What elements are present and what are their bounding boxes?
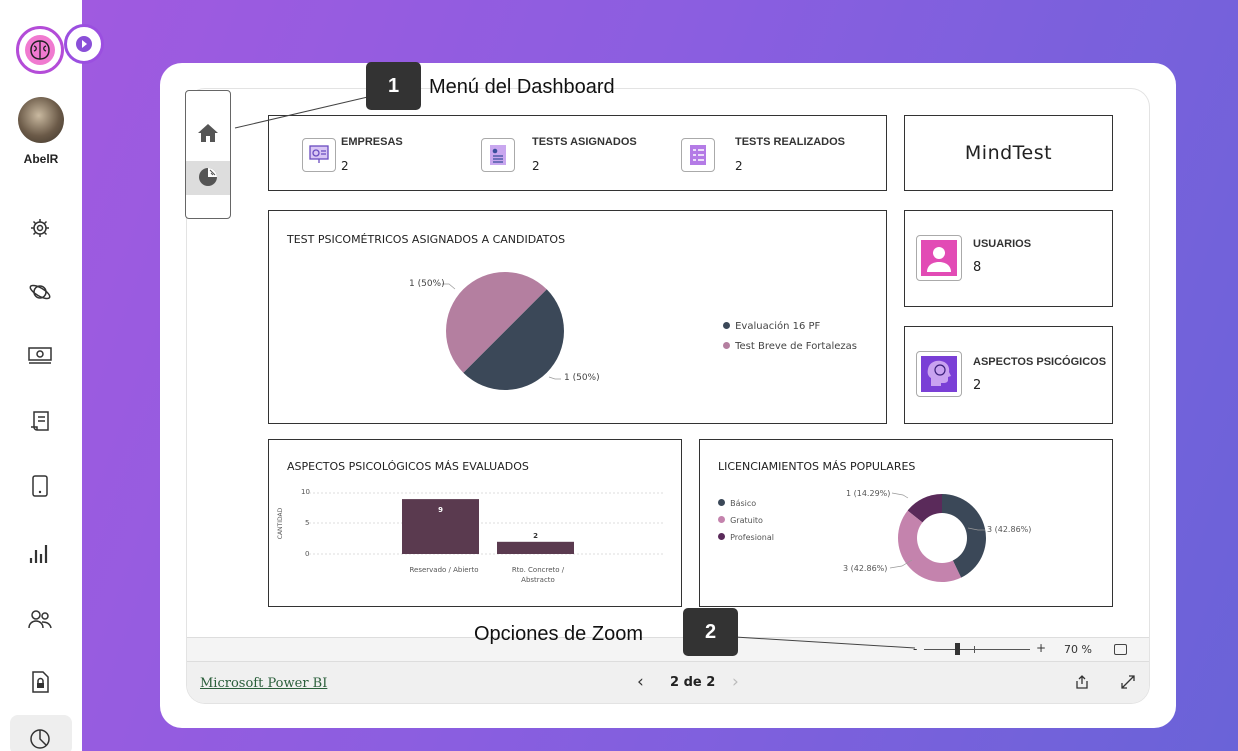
callout-1-text: Menú del Dashboard	[429, 76, 615, 98]
user-icon	[916, 235, 962, 281]
brain-head-icon	[916, 351, 962, 397]
powerbi-link[interactable]: Microsoft Power BI	[200, 676, 327, 691]
bar-ylabel: CANTIDAD	[277, 507, 285, 540]
tablet-icon[interactable]	[24, 470, 56, 502]
dashboard-menu	[185, 90, 231, 219]
prev-page-button[interactable]: ‹	[637, 672, 644, 692]
document-list-icon	[481, 138, 515, 172]
pie-legend-item-2: Test Breve de Fortalezas	[723, 334, 857, 353]
usuarios-label: USUARIOS	[973, 238, 1032, 250]
money-icon[interactable]	[24, 340, 56, 372]
pie-chart-page-icon[interactable]	[197, 166, 219, 192]
donut-hole	[917, 513, 967, 563]
empresas-value: 2	[341, 159, 349, 173]
tests-asignados-label: TESTS ASIGNADOS	[532, 136, 637, 148]
pie-label-bottom: 1 (50%)	[564, 373, 600, 383]
ytick-0: 0	[305, 550, 310, 558]
planet-icon[interactable]	[24, 276, 56, 308]
usuarios-kpi-box: USUARIOS 8	[904, 210, 1113, 307]
presentation-icon	[302, 138, 336, 172]
donut-legend-label-3: Profesional	[730, 533, 775, 542]
bar-value-label: 9	[438, 506, 443, 514]
pie-chart-panel: TEST PSICOMÉTRICOS ASIGNADOS A CANDIDATO…	[268, 210, 887, 424]
ytick-5: 5	[305, 519, 310, 527]
pie-legend-label-2: Test Breve de Fortalezas	[735, 341, 857, 352]
bar-chart-icon[interactable]	[24, 537, 56, 569]
ytick-10: 10	[301, 488, 310, 496]
donut-chart-panel: LICENCIAMIENTOS MÁS POPULARES Básico Gra…	[699, 439, 1113, 607]
legend-dot	[718, 533, 725, 540]
donut-leader-top	[891, 492, 909, 499]
bar-chart-panel: ASPECTOS PSICOLÓGICOS MÁS EVALUADOS 92 1…	[268, 439, 682, 607]
home-icon[interactable]	[197, 123, 219, 147]
legend-dot	[718, 499, 725, 506]
document-lock-icon[interactable]	[24, 666, 56, 698]
donut-label-gratuito: 3 (42.86%)	[843, 564, 888, 573]
fullscreen-icon[interactable]	[1120, 674, 1136, 694]
users-icon[interactable]	[24, 603, 56, 635]
tests-asignados-value: 2	[532, 159, 540, 173]
callout-2-badge: 2	[683, 608, 738, 656]
zoom-in-button[interactable]: +	[1036, 641, 1046, 655]
donut-legend-item-3: Profesional	[718, 525, 774, 544]
callout-1-badge: 1	[366, 62, 421, 110]
pie-label-top: 1 (50%)	[409, 279, 445, 289]
usuarios-value: 8	[973, 260, 982, 275]
receipt-icon[interactable]	[24, 406, 56, 438]
zoom-slider-track[interactable]	[924, 649, 1030, 650]
donut-legend-label-1: Básico	[730, 499, 757, 508]
legend-dot	[723, 342, 730, 349]
aspectos-label: ASPECTOS PSICÓGICOS	[973, 356, 1107, 368]
fit-to-page-icon[interactable]	[1114, 644, 1127, 655]
aspectos-kpi-box: ASPECTOS PSICÓGICOS 2	[904, 326, 1113, 424]
tests-realizados-value: 2	[735, 159, 743, 173]
pie-legend-item-1: Evaluación 16 PF	[723, 314, 820, 333]
checklist-icon	[681, 138, 715, 172]
bar[interactable]	[497, 541, 574, 554]
zoom-out-button[interactable]: -	[913, 642, 917, 656]
brand-box: MindTest	[904, 115, 1113, 191]
brand-title: MindTest	[964, 142, 1053, 164]
play-icon[interactable]	[64, 24, 104, 64]
bar-chart-svg: 92	[309, 492, 664, 555]
empresas-label: EMPRESAS	[341, 136, 403, 148]
legend-dot	[718, 516, 725, 523]
zoom-level[interactable]: 70 %	[1064, 643, 1092, 656]
powerbi-report: EMPRESAS 2 TESTS ASIGNADOS 2 TESTS REALI…	[187, 89, 1149, 703]
legend-dot	[723, 322, 730, 329]
user-name: AbelR	[23, 152, 59, 166]
zoom-bar: - + 70 %	[187, 637, 1149, 661]
tests-realizados-label: TESTS REALIZADOS	[735, 136, 846, 148]
app-sidebar: AbelR	[0, 0, 82, 751]
page-indicator: 2 de 2	[670, 675, 716, 690]
share-icon[interactable]	[1074, 674, 1090, 694]
report-footer: Microsoft Power BI ‹ 2 de 2 ›	[187, 661, 1149, 703]
bar-category-2-line1: Rto. Concreto /	[511, 566, 565, 574]
donut-label-basico: 3 (42.86%)	[987, 525, 1032, 534]
callout-2-text: Opciones de Zoom	[474, 623, 643, 645]
pie-legend-label-1: Evaluación 16 PF	[735, 321, 821, 332]
bar-category-2-line2: Abstracto	[521, 576, 555, 584]
kpi-panel: EMPRESAS 2 TESTS ASIGNADOS 2 TESTS REALI…	[268, 115, 887, 191]
donut-legend-label-2: Gratuito	[730, 516, 763, 525]
avatar[interactable]	[18, 97, 64, 143]
bar-value-label: 2	[533, 532, 538, 540]
donut-label-profesional: 1 (14.29%)	[846, 489, 891, 498]
gear-icon[interactable]	[24, 212, 56, 244]
pie-leader-bottom	[548, 376, 561, 380]
next-page-button[interactable]: ›	[732, 672, 739, 692]
aspectos-value: 2	[973, 378, 982, 393]
brain-logo-icon[interactable]	[16, 26, 64, 74]
pie-chart-icon[interactable]	[24, 723, 56, 751]
zoom-slider-tick	[974, 646, 975, 653]
zoom-slider-thumb[interactable]	[955, 643, 960, 655]
